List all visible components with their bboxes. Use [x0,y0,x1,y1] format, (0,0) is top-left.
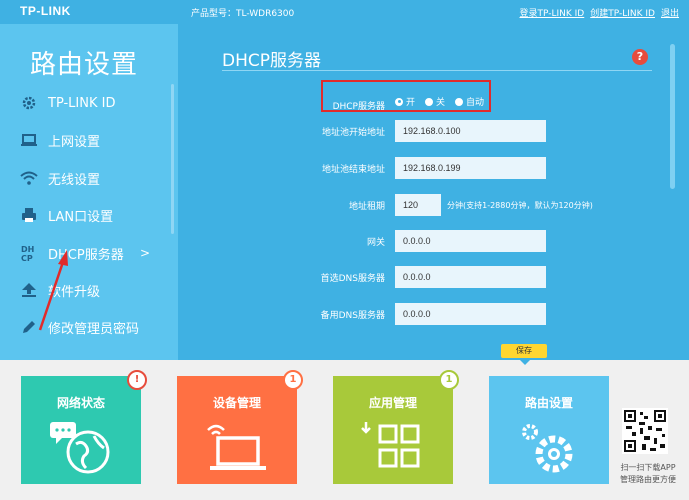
logout-link[interactable]: 退出 [661,6,679,19]
sidebar-item-label: 修改管理员密码 [48,321,140,337]
radio-off[interactable]: 关 [425,95,445,108]
laptop-icon [20,131,38,149]
gears-icon [489,422,609,478]
qr-code-icon [622,408,668,454]
tile-network-status[interactable]: 网络状态 ! [21,370,147,484]
gateway-input[interactable] [395,230,546,252]
sidebar-item-wireless[interactable]: 无线设置 [20,160,170,196]
sidebar-item-label: 上网设置 [48,134,101,150]
pencil-icon [20,318,38,336]
qr-caption-line: 管理路由更方便 [620,475,676,484]
secondary-dns-input[interactable] [395,303,546,325]
title-divider [222,70,652,71]
field-row-lease: 地址租期 分钟(支持1-2880分钟，默认为120分钟) [178,194,648,218]
field-label: 网关 [366,238,385,248]
sidebar-item-label: 软件升级 [48,284,101,300]
printer-icon [20,206,38,224]
radio-label: 自动 [466,98,485,108]
tplink-logo: TP-LINK [20,4,71,18]
svg-text:DH: DH [21,245,34,254]
laptop-wifi-icon [177,422,297,474]
field-label: 地址池开始地址 [321,128,385,138]
field-row-gateway: 网关 [178,230,648,254]
page-title: DHCP服务器 [222,51,321,71]
lease-hint: 分钟(支持1-2880分钟，默认为120分钟) [447,201,593,210]
sidebar-item-internet[interactable]: 上网设置 [20,122,170,158]
tile-label: 应用管理 [368,396,417,410]
main-scrollbar[interactable] [670,44,675,189]
gear-icon [20,94,38,112]
count-badge: 1 [283,370,303,390]
radio-dot [455,97,464,106]
login-link[interactable]: 登录TP-LINK ID [520,6,585,19]
sidebar-item-tplink-id[interactable]: TP-LINK ID [20,85,170,121]
radio-dot-selected [395,97,403,106]
sidebar-item-label: TP-LINK ID [48,95,116,111]
top-bar: TP-LINK 产品型号：TL-WDR6300 登录TP-LINK ID 创建T… [0,0,689,24]
radio-auto[interactable]: 自动 [455,95,484,108]
top-links: 登录TP-LINK ID 创建TP-LINK ID 退出 [520,6,679,19]
end-address-input[interactable] [395,157,546,179]
sidebar: 路由设置 TP-LINK ID 上网设置 无线设置 LAN口设置 DH CP DH… [0,24,178,360]
lease-time-input[interactable] [395,194,441,216]
radio-label: 开 [406,98,416,108]
tile-label: 路由设置 [524,396,573,410]
globe-chat-icon [21,422,141,474]
field-row-dns2: 备用DNS服务器 [178,303,648,327]
field-row-dns1: 首选DNS服务器 [178,266,648,290]
field-label: 地址池结束地址 [321,165,385,175]
count-badge: 1 [439,370,459,390]
svg-text:CP: CP [21,254,33,262]
apps-grid-icon [333,422,453,474]
help-icon[interactable]: ? [632,49,648,65]
radio-on[interactable]: 开 [395,95,415,108]
tile-app-management[interactable]: 应用管理 1 [333,370,459,484]
tile-label: 网络状态 [56,396,105,410]
field-label: 地址租期 [348,202,385,212]
sidebar-item-label: LAN口设置 [48,209,114,225]
sidebar-title: 路由设置 [30,50,139,80]
field-row-end: 地址池结束地址 [178,157,648,181]
field-label: 首选DNS服务器 [320,274,385,284]
sidebar-item-lan[interactable]: LAN口设置 [20,197,170,233]
dhcp-icon: DH CP [20,244,38,262]
radio-label: 关 [436,98,446,108]
save-caret [518,358,532,365]
qr-caption: 扫一扫下载APP 管理路由更方便 [614,462,682,486]
chevron-right-icon: > [139,246,150,260]
main-panel: DHCP服务器 ? DHCP服务器 开 关 自动 地址池开始地址 地址池结束地址… [178,24,689,360]
radio-dot [425,97,434,106]
tile-router-settings[interactable]: 路由设置 [489,376,609,484]
sidebar-scrollbar[interactable] [171,84,174,234]
primary-dns-input[interactable] [395,266,546,288]
register-link[interactable]: 创建TP-LINK ID [590,6,655,19]
qr-caption-line: 扫一扫下载APP [620,463,676,472]
dhcp-label: DHCP服务器 [332,102,385,112]
model-label: 产品型号：TL-WDR6300 [191,9,295,19]
tile-label: 设备管理 [212,396,261,410]
tile-device-management[interactable]: 设备管理 1 [177,370,303,484]
sidebar-item-upgrade[interactable]: 软件升级 [20,272,170,308]
upload-icon [20,281,38,299]
wifi-icon [20,169,38,187]
dhcp-radio-group: 开 关 自动 [395,95,484,108]
field-row-start: 地址池开始地址 [178,120,648,144]
sidebar-item-label: 无线设置 [48,172,101,188]
field-label: 备用DNS服务器 [320,311,385,321]
sidebar-item-dhcp[interactable]: DH CP DHCP服务器 > [20,235,170,271]
start-address-input[interactable] [395,120,546,142]
alert-badge: ! [127,370,147,390]
save-button[interactable]: 保存 [501,344,547,358]
sidebar-item-label: DHCP服务器 [48,247,124,263]
sidebar-item-password[interactable]: 修改管理员密码 [20,309,170,345]
